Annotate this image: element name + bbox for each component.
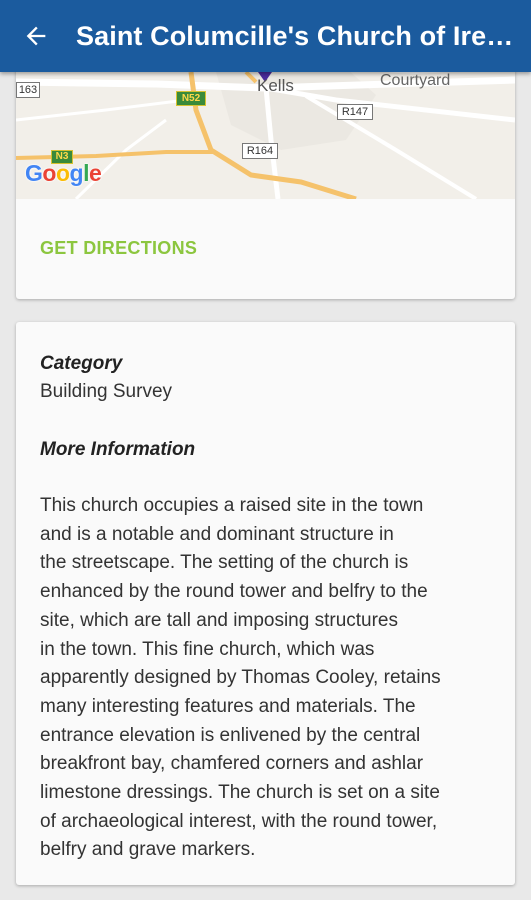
map-label-kells: Kells xyxy=(257,76,294,95)
app-bar: Saint Columcille's Church of Ireland xyxy=(0,0,531,72)
category-value: Building Survey xyxy=(40,381,173,402)
description-text: This church occupies a raised site in th… xyxy=(40,492,492,865)
description-line: entrance elevation is enlivened by the c… xyxy=(40,724,421,746)
description-line: breakfront bay, chamfered corners and as… xyxy=(40,753,424,775)
google-logo: Google xyxy=(25,160,102,186)
map-label-r163: 163 xyxy=(16,82,40,98)
page-title: Saint Columcille's Church of Ireland xyxy=(76,20,516,51)
get-directions-button[interactable]: GET DIRECTIONS xyxy=(40,238,197,259)
description-line: apparently designed by Thomas Cooley, re… xyxy=(40,667,441,689)
info-card: Category Building Survey More Informatio… xyxy=(16,322,515,885)
category-label: Category xyxy=(40,353,123,374)
description-line: belfry and grave markers. xyxy=(40,839,256,861)
description-line: and is a notable and dominant structure … xyxy=(40,523,394,545)
back-button[interactable] xyxy=(0,0,72,72)
more-info-label: More Information xyxy=(40,439,196,460)
description-line: many interesting features and materials.… xyxy=(40,695,416,717)
description-line: limestone dressings. The church is set o… xyxy=(40,782,440,804)
arrow-back-icon xyxy=(26,26,46,46)
description-line: in the town. This fine church, which was xyxy=(40,638,375,660)
map-label-r147: R147 xyxy=(337,104,373,120)
map-label-courtyard: Courtyard xyxy=(380,72,451,89)
map-label-r164: R164 xyxy=(242,143,278,159)
map-label-n52: N52 xyxy=(176,91,206,106)
description-line: This church occupies a raised site in th… xyxy=(40,495,424,516)
description-line: site, which are tall and imposing struct… xyxy=(40,609,398,631)
description-line: the streetscape. The setting of the chur… xyxy=(40,552,409,574)
description-line: enhanced by the round tower and belfry t… xyxy=(40,581,428,603)
description-line: of archaeological interest, with the rou… xyxy=(40,810,438,832)
